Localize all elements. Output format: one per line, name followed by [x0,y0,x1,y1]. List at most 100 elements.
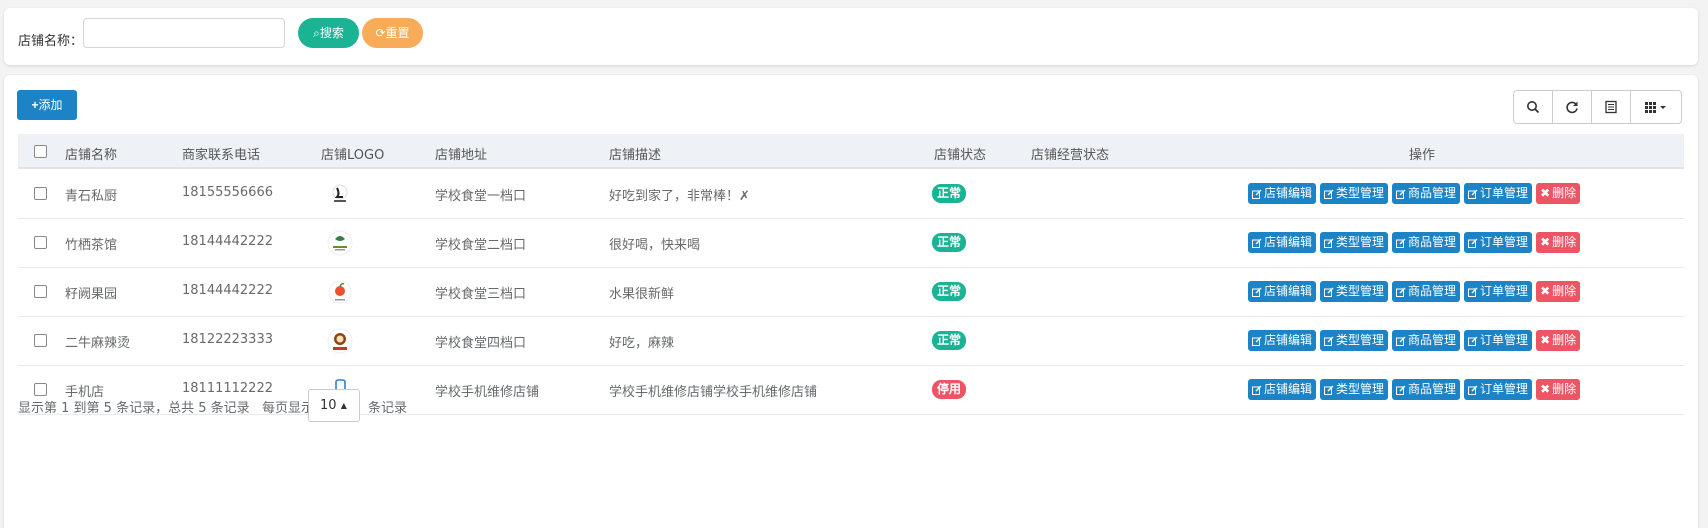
action-label: 类型管理 [1336,333,1385,347]
action-label: 店铺编辑 [1264,186,1313,200]
edit-icon [1324,238,1334,248]
edit-shop-button[interactable]: 店铺编辑 [1248,183,1317,204]
delete-button[interactable]: ✖ 删除 [1536,281,1581,302]
per-page-select[interactable]: 10 ▲ [308,389,360,422]
delete-button[interactable]: ✖ 删除 [1536,183,1581,204]
type-management-button[interactable]: 类型管理 [1320,379,1389,400]
type-management-button[interactable]: 类型管理 [1320,183,1389,204]
edit-icon [1252,336,1262,346]
edit-icon [1252,385,1262,395]
phone-cell: 18144442222 [182,234,273,249]
select-all-checkbox[interactable] [34,145,47,158]
row-actions: 店铺编辑 类型管理 商品管理 订单管理 ✖ 删除 [1248,183,1581,204]
column-header[interactable]: 店铺地址 [435,144,487,163]
order-management-button[interactable]: 订单管理 [1464,232,1533,253]
action-label: 订单管理 [1480,186,1529,200]
type-management-button[interactable]: 类型管理 [1320,330,1389,351]
action-label: 类型管理 [1336,186,1385,200]
edit-shop-button[interactable]: 店铺编辑 [1248,281,1317,302]
column-header[interactable]: 店铺描述 [609,144,661,163]
search-button[interactable]: ⌕搜索 [298,18,359,48]
edit-icon [1396,189,1406,199]
action-label: 删除 [1552,186,1577,200]
phone-cell: 18144442222 [182,283,273,298]
edit-icon [1468,238,1478,248]
order-management-button[interactable]: 订单管理 [1464,281,1533,302]
address-cell: 学校手机维修店铺 [435,385,540,400]
edit-shop-button[interactable]: 店铺编辑 [1248,330,1317,351]
status-badge: 正常 [932,331,967,350]
column-header[interactable]: 店铺状态 [934,144,986,163]
row-checkbox[interactable] [34,383,47,396]
column-header[interactable]: 店铺LOGO [321,144,384,163]
column-header[interactable]: 店铺经营状态 [1031,144,1109,163]
row-checkbox[interactable] [34,187,47,200]
shop-logo-image [325,278,355,306]
delete-button[interactable]: ✖ 删除 [1536,330,1581,351]
search-icon: ⌕ [313,26,320,40]
order-management-button[interactable]: 订单管理 [1464,183,1533,204]
toolbar-refresh-button[interactable] [1553,91,1592,123]
order-management-button[interactable]: 订单管理 [1464,330,1533,351]
edit-icon [1396,336,1406,346]
column-header[interactable]: 店铺名称 [65,144,117,163]
edit-icon [1396,238,1406,248]
description-cell: 好吃，麻辣 [609,336,675,351]
edit-shop-button[interactable]: 店铺编辑 [1248,379,1317,400]
type-management-button[interactable]: 类型管理 [1320,232,1389,253]
edit-shop-button[interactable]: 店铺编辑 [1248,232,1317,253]
action-label: 类型管理 [1336,235,1385,249]
row-checkbox[interactable] [34,285,47,298]
product-management-button[interactable]: 商品管理 [1392,379,1461,400]
description-cell: 很好喝，快来喝 [609,238,701,253]
order-management-button[interactable]: 订单管理 [1464,379,1533,400]
add-button-label: 添加 [38,98,63,112]
edit-icon [1396,287,1406,297]
phone-cell: 18111112222 [182,381,273,396]
edit-icon [1252,238,1262,248]
column-header[interactable]: 商家联系电话 [182,144,260,163]
action-label: 订单管理 [1480,235,1529,249]
description-cell: 好吃到家了，非常棒！✗ [609,189,750,204]
delete-button[interactable]: ✖ 删除 [1536,379,1581,400]
toolbar-columns-button[interactable] [1631,91,1681,123]
type-management-button[interactable]: 类型管理 [1320,281,1389,302]
per-page-value: 10 [320,398,337,413]
shop-name-input[interactable] [83,18,285,48]
delete-button[interactable]: ✖ 删除 [1536,232,1581,253]
table-row: 籽阙果园 18144442222 学校食堂三档口 水果很新鲜 正常 店铺编辑 类型管理 商品管… [18,268,1684,317]
shop-name-cell: 青石私厨 [65,189,118,204]
close-icon: ✖ [1540,284,1551,298]
edit-icon [1324,287,1334,297]
product-management-button[interactable]: 商品管理 [1392,183,1461,204]
action-label: 商品管理 [1408,382,1457,396]
action-label: 删除 [1552,235,1577,249]
edit-icon [1468,336,1478,346]
toolbar-toggle-view-button[interactable] [1592,91,1631,123]
action-label: 店铺编辑 [1264,333,1313,347]
row-actions: 店铺编辑 类型管理 商品管理 订单管理 ✖ 删除 [1248,330,1581,351]
product-management-button[interactable]: 商品管理 [1392,281,1461,302]
row-checkbox[interactable] [34,334,47,347]
address-cell: 学校食堂二档口 [435,238,527,253]
row-actions: 店铺编辑 类型管理 商品管理 订单管理 ✖ 删除 [1248,379,1581,400]
row-actions: 店铺编辑 类型管理 商品管理 订单管理 ✖ 删除 [1248,281,1581,302]
shop-name-cell: 竹栖茶馆 [65,238,118,253]
table-row: 二牛麻辣烫 18122223333 学校食堂四档口 好吃，麻辣 正常 店铺编辑 类型管理 商品… [18,317,1684,366]
reset-button[interactable]: ⟳重置 [362,18,423,48]
row-checkbox[interactable] [34,236,47,249]
toolbar-search-button[interactable] [1514,91,1553,123]
action-label: 删除 [1552,333,1577,347]
address-cell: 学校食堂三档口 [435,287,527,302]
add-button[interactable]: +添加 [17,90,77,120]
pagination-summary-text: 显示第 1 到第 5 条记录，总共 5 条记录 [18,401,250,416]
product-management-button[interactable]: 商品管理 [1392,232,1461,253]
edit-icon [1468,385,1478,395]
caret-up-icon: ▲ [340,401,347,410]
table-row: 青石私厨 18155556666 学校食堂一档口 好吃到家了，非常棒！✗ 正常 店铺编辑 类… [18,170,1684,219]
status-badge: 停用 [932,380,967,399]
address-cell: 学校食堂四档口 [435,336,527,351]
action-label: 删除 [1552,284,1577,298]
action-label: 订单管理 [1480,284,1529,298]
product-management-button[interactable]: 商品管理 [1392,330,1461,351]
